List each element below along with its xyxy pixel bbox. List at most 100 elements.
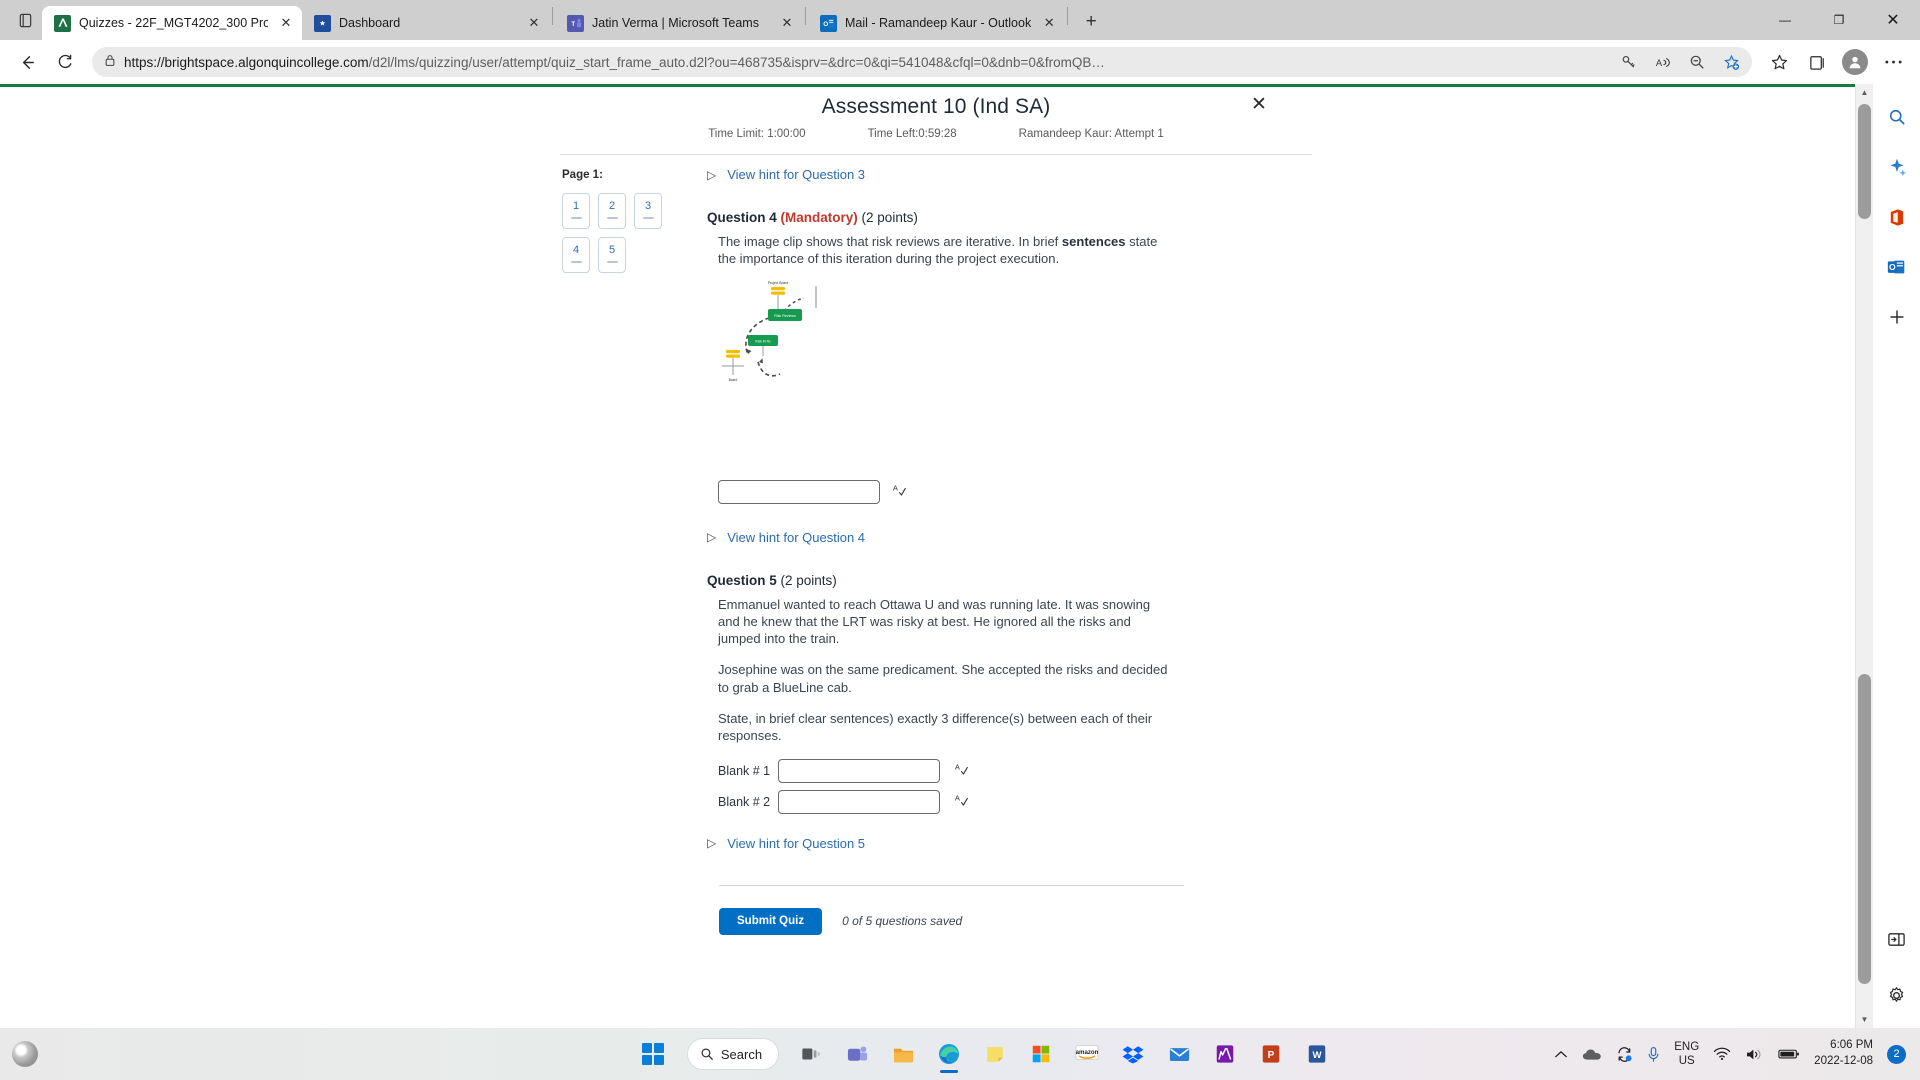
add-icon[interactable] — [1882, 302, 1912, 332]
nav-cell-3[interactable]: 3 — [634, 193, 662, 229]
blank-2-input[interactable] — [778, 789, 940, 814]
spellcheck-icon[interactable]: A — [954, 793, 969, 811]
notification-badge[interactable]: 2 — [1887, 1044, 1906, 1064]
copilot-icon[interactable] — [1882, 152, 1912, 182]
close-icon[interactable]: ✕ — [524, 13, 544, 33]
nav-cell-2[interactable]: 2 — [598, 193, 626, 229]
read-aloud-icon[interactable]: A — [1650, 49, 1676, 75]
browser-tab-dashboard[interactable]: Dashboard ✕ — [302, 6, 550, 40]
scroll-up-icon[interactable]: ▲ — [1856, 84, 1872, 101]
new-tab-button[interactable]: + — [1076, 7, 1106, 37]
language-line-1: ENG — [1674, 1040, 1700, 1053]
back-icon[interactable] — [10, 45, 44, 79]
close-icon[interactable]: ✕ — [1039, 13, 1059, 33]
mail-icon[interactable] — [1159, 1034, 1199, 1074]
hint-link-q5[interactable]: View hint for Question 5 — [727, 836, 865, 851]
spellcheck-icon[interactable]: A — [892, 483, 907, 500]
windows-start-icon[interactable] — [633, 1034, 673, 1074]
office-icon[interactable] — [1882, 202, 1912, 232]
scroll-down-icon[interactable]: ▼ — [1856, 1011, 1872, 1028]
scroll-thumb[interactable] — [1858, 674, 1871, 984]
sync-icon[interactable] — [1616, 1046, 1633, 1063]
question-4-text-a: The image clip shows that risk reviews a… — [718, 234, 1062, 249]
scroll-thumb-top[interactable] — [1858, 104, 1871, 219]
taskbar-search[interactable]: Search — [686, 1038, 780, 1070]
sticky-notes-icon[interactable] — [975, 1034, 1015, 1074]
search-icon — [700, 1047, 714, 1061]
nav-cell-5[interactable]: 5 — [598, 237, 626, 273]
taskbar-left — [0, 1041, 520, 1067]
hint-link-q3[interactable]: View hint for Question 3 — [727, 167, 865, 182]
nav-cell-number: 1 — [572, 199, 580, 212]
browser-tab-teams[interactable]: T Jatin Verma | Microsoft Teams ✕ — [555, 6, 803, 40]
svg-text:O: O — [823, 20, 828, 27]
question-4-heading: Question 4 (Mandatory) (2 points) — [707, 210, 1297, 225]
browser-tab-quizzes[interactable]: Quizzes - 22F_MGT4202_300 Proj ✕ — [42, 6, 302, 40]
search-icon[interactable] — [1882, 102, 1912, 132]
nav-cell-4[interactable]: 4 — [562, 237, 590, 273]
spellcheck-icon[interactable]: A — [954, 762, 969, 780]
amazon-icon[interactable]: amazon — [1067, 1034, 1107, 1074]
browser-toolbar: https://brightspace.algonquincollege.com… — [0, 40, 1920, 84]
volume-icon[interactable] — [1745, 1047, 1764, 1062]
vertical-scrollbar[interactable]: ▲ ▼ — [1855, 84, 1872, 1028]
maximize-button[interactable]: ❐ — [1812, 0, 1866, 40]
word-icon[interactable]: W — [1297, 1034, 1337, 1074]
taskbar-clock[interactable]: 6:06 PM 2022-12-08 — [1814, 1038, 1873, 1069]
key-icon[interactable] — [1616, 49, 1642, 75]
nav-cell-number: 3 — [644, 199, 652, 212]
powerpoint-icon[interactable]: P — [1251, 1034, 1291, 1074]
tab-strip: Quizzes - 22F_MGT4202_300 Proj ✕ Dashboa… — [0, 0, 1920, 40]
svg-text:P: P — [1268, 1050, 1275, 1061]
favorites-icon[interactable] — [1762, 45, 1796, 79]
blank-1-input[interactable] — [778, 758, 940, 783]
language-indicator[interactable]: ENG US — [1674, 1040, 1699, 1069]
browser-tab-title: Mail - Ramandeep Kaur - Outlook — [845, 16, 1032, 30]
close-quiz-button[interactable]: ✕ — [1246, 91, 1272, 117]
battery-icon[interactable] — [1778, 1048, 1800, 1060]
close-window-button[interactable]: ✕ — [1866, 0, 1920, 40]
add-favorite-icon[interactable] — [1718, 49, 1744, 75]
edge-icon[interactable] — [929, 1034, 969, 1074]
browser-tab-outlook[interactable]: O Mail - Ramandeep Kaur - Outlook ✕ — [808, 6, 1065, 40]
cortana-icon[interactable] — [12, 1041, 38, 1067]
nav-cell-1[interactable]: 1 — [562, 193, 590, 229]
svg-text:Risk M Rc: Risk M Rc — [755, 339, 771, 343]
profile-avatar[interactable] — [1838, 45, 1872, 79]
collections-icon[interactable] — [1800, 45, 1834, 79]
refresh-icon[interactable] — [48, 45, 82, 79]
hint-row-q3[interactable]: ▷ View hint for Question 3 — [707, 167, 1297, 182]
settings-gear-icon[interactable] — [1882, 980, 1912, 1010]
dropbox-icon[interactable] — [1113, 1034, 1153, 1074]
submit-quiz-button[interactable]: Submit Quiz — [719, 907, 823, 936]
onedrive-icon[interactable] — [1582, 1048, 1602, 1061]
lock-icon — [104, 54, 116, 70]
wifi-icon[interactable] — [1713, 1047, 1731, 1061]
show-hidden-icons[interactable] — [1554, 1050, 1568, 1059]
tab-search-icon[interactable] — [8, 0, 42, 40]
store-icon[interactable] — [1021, 1034, 1061, 1074]
task-view-icon[interactable] — [791, 1034, 831, 1074]
more-settings-icon[interactable] — [1876, 45, 1910, 79]
file-explorer-icon[interactable] — [883, 1034, 923, 1074]
shield-icon — [314, 14, 331, 32]
close-icon[interactable]: ✕ — [777, 13, 797, 33]
question-5-text: Emmanuel wanted to reach Ottawa U and wa… — [718, 596, 1173, 745]
teams-icon[interactable] — [837, 1034, 877, 1074]
hint-row-q4[interactable]: ▷ View hint for Question 4 — [707, 530, 1297, 545]
edge-sidebar-bottom — [1882, 924, 1912, 1010]
minimize-button[interactable]: — — [1758, 0, 1812, 40]
zoom-out-icon[interactable] — [1684, 49, 1710, 75]
hint-link-q4[interactable]: View hint for Question 4 — [727, 530, 865, 545]
close-icon[interactable]: ✕ — [276, 13, 296, 33]
split-screen-icon[interactable] — [1882, 924, 1912, 954]
question-4-answer-input[interactable] — [718, 479, 880, 504]
microphone-icon[interactable] — [1647, 1046, 1660, 1063]
url-domain: https://brightspace.algonquincollege.com — [124, 54, 369, 70]
address-bar[interactable]: https://brightspace.algonquincollege.com… — [92, 47, 1752, 77]
header-divider — [560, 154, 1312, 155]
time-left: Time Left:0:59:28 — [867, 128, 957, 140]
outlook-icon[interactable]: O — [1882, 252, 1912, 282]
onenote-icon[interactable] — [1205, 1034, 1245, 1074]
hint-row-q5[interactable]: ▷ View hint for Question 5 — [707, 836, 1297, 851]
